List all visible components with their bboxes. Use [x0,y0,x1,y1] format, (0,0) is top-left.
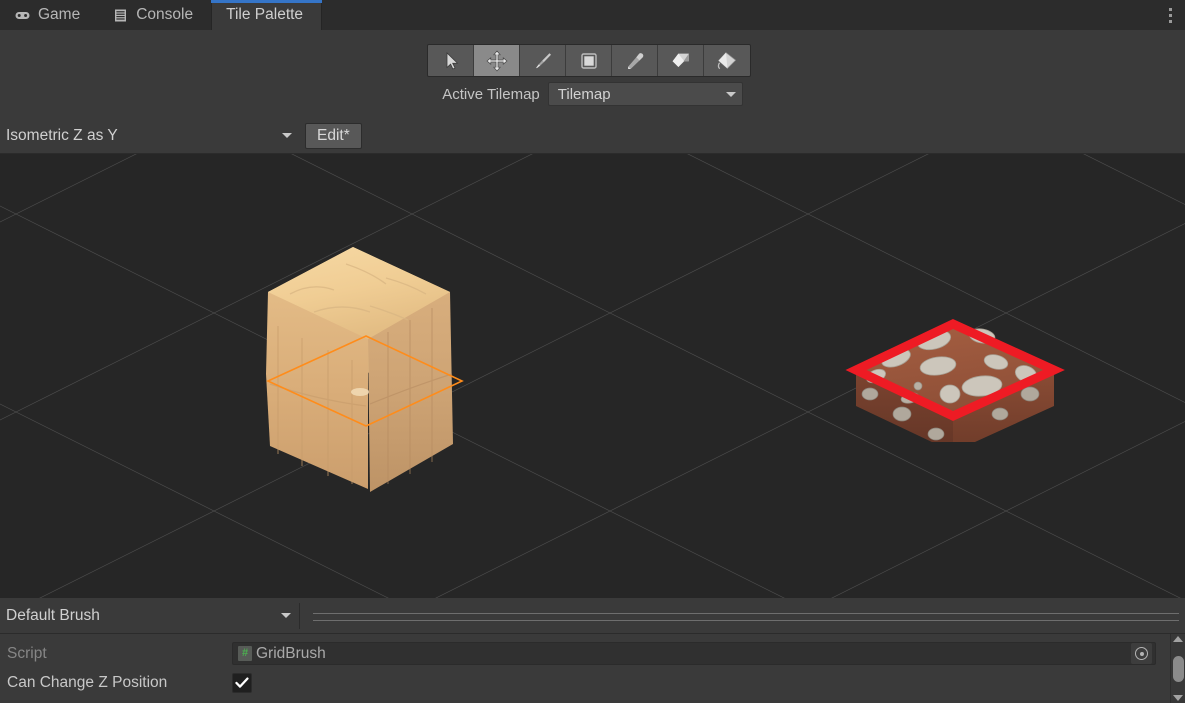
chevron-down-icon [281,613,291,618]
tab-console[interactable]: Console [98,0,211,30]
tab-game[interactable]: Game [0,0,98,30]
palette-canvas[interactable] [0,154,1185,598]
kebab-dot [1168,19,1172,23]
move-tool[interactable] [474,45,520,76]
script-value: GridBrush [256,644,326,662]
brush-dropdown-value: Default Brush [6,606,100,624]
inspector-row-script: Script # GridBrush [0,639,1170,668]
paintbrush-icon [532,50,554,72]
sandstone-cube-tile[interactable] [250,234,500,524]
chevron-down-icon [725,91,736,97]
inspector-row-can-change-z: Can Change Z Position [0,668,1170,697]
edit-palette-button[interactable]: Edit* [305,122,362,149]
active-tilemap-dropdown[interactable]: Tilemap [547,82,743,106]
tab-bar: Game Console Tile Palette [0,0,1185,30]
tab-tile-palette[interactable]: Tile Palette [211,0,323,30]
brush-preview-strip[interactable] [300,598,1185,634]
can-change-z-label: Can Change Z Position [7,673,168,691]
edit-palette-label: Edit* [317,126,350,144]
inspector-scrollbar[interactable] [1170,634,1185,703]
brush-inspector: Script # GridBrush Can Change Z Position [0,634,1185,703]
eyedropper-icon [624,50,646,72]
csharp-script-icon: # [238,646,252,661]
kebab-menu-icon[interactable] [1155,0,1185,30]
active-tilemap-row: Active Tilemap Tilemap [0,82,1185,106]
tab-bar-spacer [322,0,1155,30]
paint-tool[interactable] [520,45,566,76]
cobblestone-tile[interactable] [840,302,1080,442]
fill-tool[interactable] [704,45,750,76]
gamepad-icon [14,7,31,24]
box-fill-tool[interactable] [566,45,612,76]
tool-strip [427,44,751,77]
scroll-up-arrow-icon[interactable] [1173,636,1183,642]
object-picker-icon[interactable] [1131,643,1152,664]
cursor-arrow-icon [441,51,461,71]
brush-strip-line [313,619,1179,621]
paint-bucket-icon [715,50,739,72]
move-arrows-icon [485,49,508,72]
kebab-dot [1168,13,1172,17]
palette-dropdown-value: Isometric Z as Y [6,126,118,144]
brush-dropdown[interactable]: Default Brush [0,602,300,629]
active-tilemap-label: Active Tilemap [442,85,540,103]
toolbar-area: Active Tilemap Tilemap [0,30,1185,118]
box-square-icon [578,50,600,72]
erase-tool[interactable] [658,45,704,76]
tab-tile-palette-label: Tile Palette [226,6,304,23]
eraser-icon [669,50,693,72]
brush-row: Default Brush [0,598,1185,634]
console-list-icon [112,7,129,24]
script-label: Script [7,644,47,662]
picker-tool[interactable] [612,45,658,76]
brush-strip-line [313,612,1179,614]
tab-console-label: Console [136,6,194,23]
tile-palette-window: Game Console Tile Palette Active Tilemap… [0,0,1185,703]
tab-game-label: Game [38,6,81,23]
scrollbar-thumb[interactable] [1172,655,1184,682]
active-tilemap-value: Tilemap [557,85,611,103]
can-change-z-checkbox[interactable] [232,672,252,693]
kebab-dot [1168,7,1172,11]
scroll-down-arrow-icon[interactable] [1173,695,1183,701]
select-tool[interactable] [428,45,474,76]
script-object-field[interactable]: # GridBrush [232,642,1156,665]
chevron-down-icon [282,133,292,138]
palette-dropdown[interactable]: Isometric Z as Y [0,123,300,148]
palette-row: Isometric Z as Y Edit* [0,118,1185,154]
